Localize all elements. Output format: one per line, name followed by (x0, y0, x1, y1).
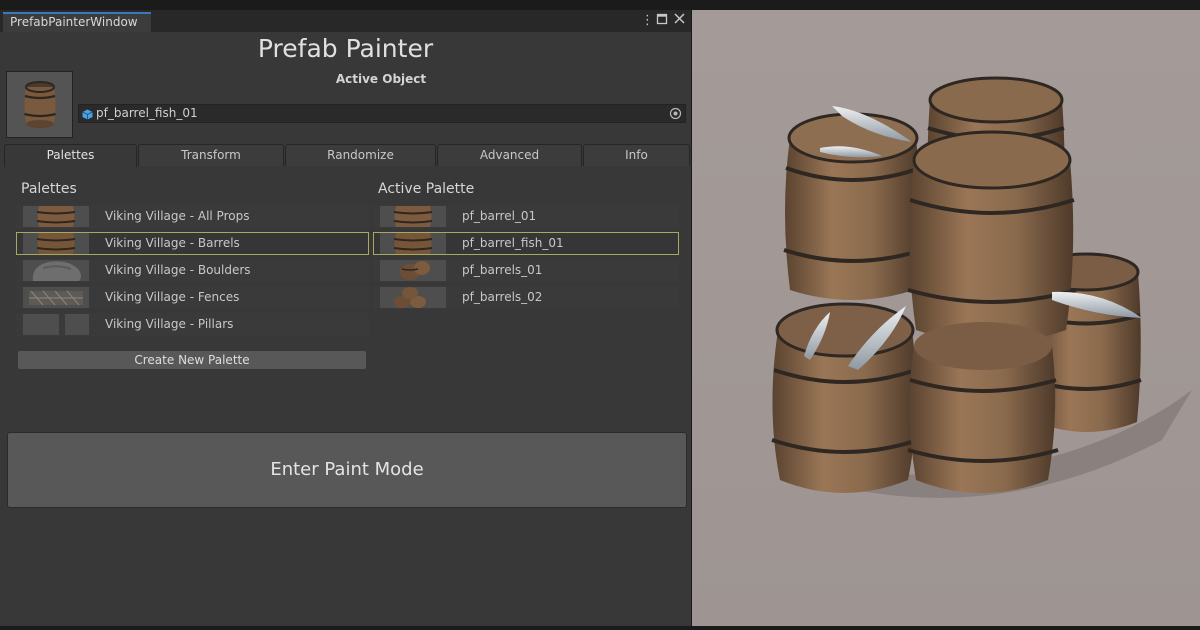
close-icon[interactable] (674, 13, 685, 28)
barrel-icon (7, 72, 72, 137)
active-object-field[interactable]: pf_barrel_fish_01 (78, 104, 686, 123)
palette-item[interactable]: Viking Village - Barrels (16, 232, 369, 255)
prefab-thumbnail (380, 287, 446, 308)
palette-thumbnail (23, 314, 89, 335)
create-new-palette-button[interactable]: Create New Palette (18, 351, 366, 369)
prefab-item-label: pf_barrels_02 (462, 290, 543, 304)
scene-viewport[interactable] (692, 10, 1200, 626)
window-tabstrip: PrefabPainterWindow ⋮ (0, 10, 691, 32)
palette-thumbnail (23, 206, 89, 227)
palette-thumbnail (23, 233, 89, 254)
window-tab[interactable]: PrefabPainterWindow (3, 12, 151, 32)
tab-info[interactable]: Info (583, 144, 690, 166)
prefab-item-label: pf_barrel_01 (462, 209, 537, 223)
palette-item-label: Viking Village - Barrels (105, 236, 240, 250)
active-palette-title: Active Palette (378, 181, 475, 197)
tab-advanced[interactable]: Advanced (437, 144, 582, 166)
kebab-menu-icon[interactable]: ⋮ (641, 13, 654, 28)
palette-item[interactable]: Viking Village - Pillars (16, 313, 369, 336)
prefab-cube-icon (82, 108, 93, 125)
page-title: Prefab Painter (257, 34, 434, 63)
prefab-thumbnail (380, 206, 446, 227)
active-object-value: pf_barrel_fish_01 (96, 106, 198, 120)
prefab-thumbnail (380, 260, 446, 281)
tab-palettes[interactable]: Palettes (4, 144, 137, 167)
enter-paint-mode-button[interactable]: Enter Paint Mode (7, 432, 687, 508)
palette-item[interactable]: Viking Village - Boulders (16, 259, 369, 282)
palette-item-label: Viking Village - Fences (105, 290, 240, 304)
palette-item-label: Viking Village - Boulders (105, 263, 251, 277)
tab-randomize[interactable]: Randomize (285, 144, 436, 166)
palettes-title: Palettes (21, 181, 77, 197)
prefab-item[interactable]: pf_barrels_02 (373, 286, 679, 309)
prefab-thumbnail (380, 233, 446, 254)
active-object-label: Active Object (335, 72, 427, 86)
palette-item[interactable]: Viking Village - All Props (16, 205, 369, 228)
object-picker-icon[interactable] (669, 107, 682, 125)
palette-thumbnail (23, 287, 89, 308)
prefab-item[interactable]: pf_barrel_fish_01 (373, 232, 679, 255)
palette-item-label: Viking Village - All Props (105, 209, 250, 223)
active-object-thumbnail (6, 71, 73, 138)
prefab-item[interactable]: pf_barrels_01 (373, 259, 679, 282)
prefab-item-label: pf_barrel_fish_01 (462, 236, 564, 250)
prefab-painter-window: PrefabPainterWindow ⋮ Prefab Painter Act… (0, 10, 692, 626)
prefab-item[interactable]: pf_barrel_01 (373, 205, 679, 228)
tab-transform[interactable]: Transform (138, 144, 284, 166)
barrel-stack-illustration (771, 76, 1192, 498)
maximize-icon[interactable] (656, 13, 668, 29)
prefab-item-label: pf_barrels_01 (462, 263, 543, 277)
palette-item[interactable]: Viking Village - Fences (16, 286, 369, 309)
palette-thumbnail (23, 260, 89, 281)
palette-item-label: Viking Village - Pillars (105, 317, 234, 331)
